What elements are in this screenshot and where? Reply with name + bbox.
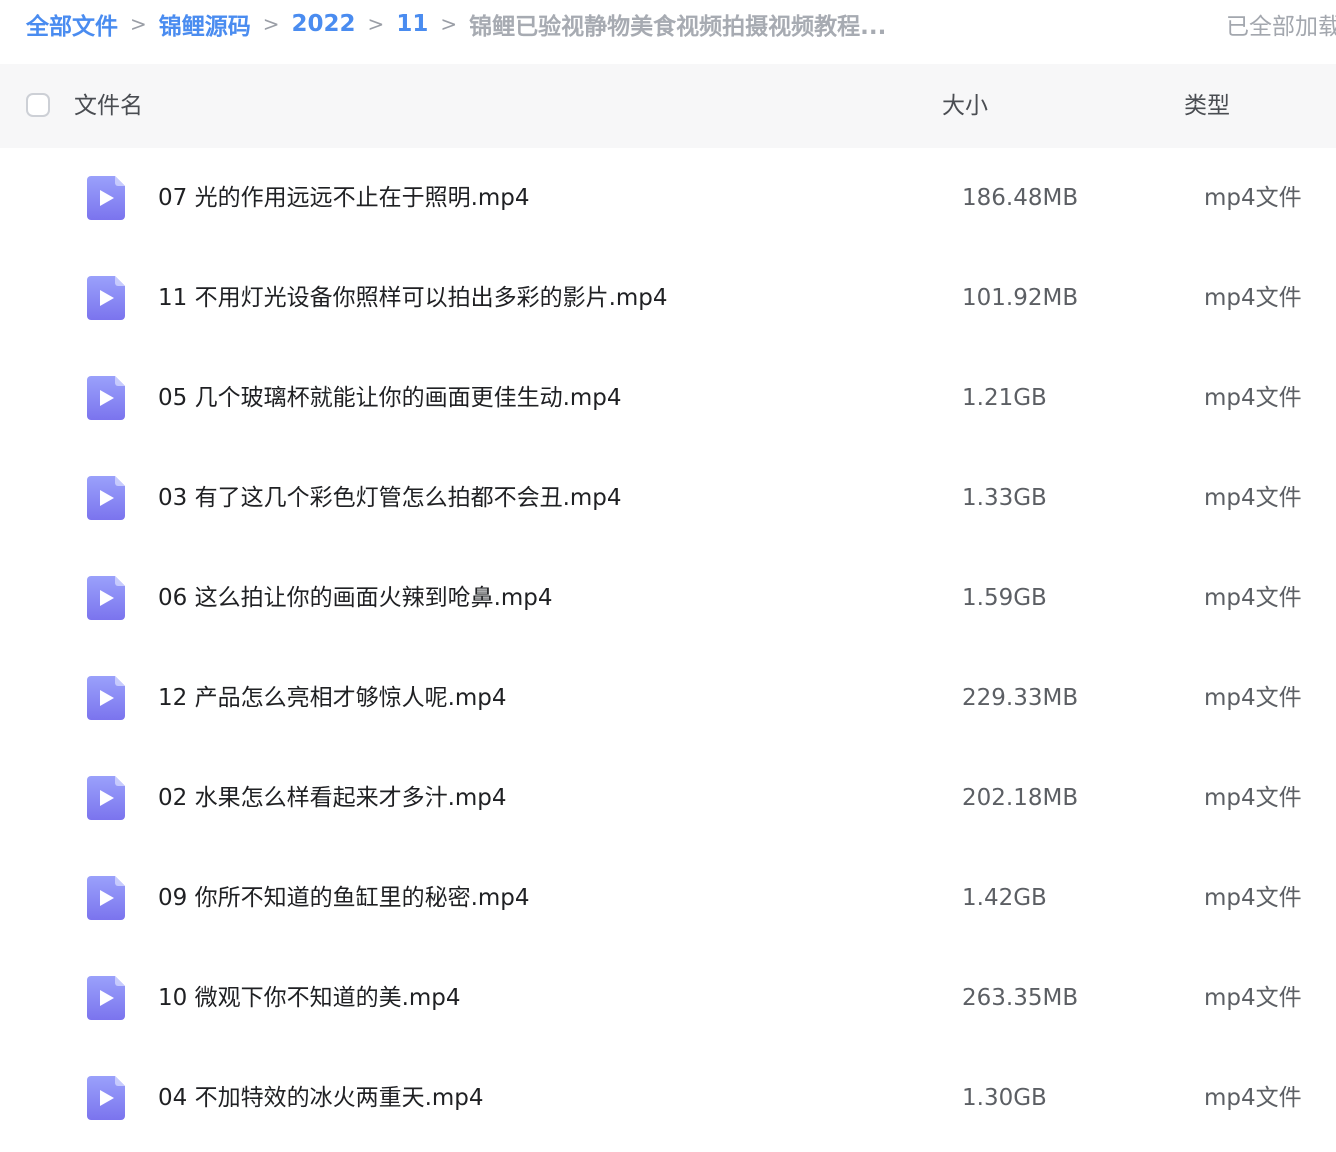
file-type: mp4文件 bbox=[1204, 685, 1302, 711]
file-size: 1.42GB bbox=[962, 885, 1047, 911]
file-name[interactable]: 10 微观下你不知道的美.mp4 bbox=[158, 982, 461, 1014]
file-type: mp4文件 bbox=[1204, 785, 1302, 811]
file-size: 1.33GB bbox=[962, 485, 1047, 511]
file-type: mp4文件 bbox=[1204, 585, 1302, 611]
file-row[interactable]: 06 这么拍让你的画面火辣到呛鼻.mp4 1.59GB mp4文件 bbox=[0, 548, 1336, 648]
file-type: mp4文件 bbox=[1204, 985, 1302, 1011]
video-file-icon bbox=[87, 476, 125, 520]
file-name[interactable]: 11 不用灯光设备你照样可以拍出多彩的影片.mp4 bbox=[158, 282, 668, 314]
video-file-icon bbox=[87, 276, 125, 320]
video-file-icon bbox=[87, 376, 125, 420]
video-file-icon bbox=[87, 176, 125, 220]
file-row[interactable]: 03 有了这几个彩色灯管怎么拍都不会丑.mp4 1.33GB mp4文件 bbox=[0, 448, 1336, 548]
file-type: mp4文件 bbox=[1204, 385, 1302, 411]
breadcrumb-folder-month[interactable]: 11 bbox=[396, 11, 428, 37]
video-file-icon bbox=[87, 776, 125, 820]
file-row[interactable]: 05 几个玻璃杯就能让你的画面更佳生动.mp4 1.21GB mp4文件 bbox=[0, 348, 1336, 448]
file-type: mp4文件 bbox=[1204, 1085, 1302, 1111]
file-size: 1.59GB bbox=[962, 585, 1047, 611]
file-size: 186.48MB bbox=[962, 185, 1079, 211]
breadcrumb-folder-year[interactable]: 2022 bbox=[292, 11, 356, 37]
video-file-icon bbox=[87, 976, 125, 1020]
load-status-text: 已全部加载 bbox=[1226, 14, 1336, 40]
file-type: mp4文件 bbox=[1204, 885, 1302, 911]
file-name[interactable]: 05 几个玻璃杯就能让你的画面更佳生动.mp4 bbox=[158, 382, 622, 414]
file-list: 07 光的作用远远不止在于照明.mp4 186.48MB mp4文件 11 不用… bbox=[0, 148, 1336, 1148]
file-type: mp4文件 bbox=[1204, 185, 1302, 211]
file-row[interactable]: 12 产品怎么亮相才够惊人呢.mp4 229.33MB mp4文件 bbox=[0, 648, 1336, 748]
file-name[interactable]: 04 不加特效的冰火两重天.mp4 bbox=[158, 1082, 484, 1114]
file-size: 263.35MB bbox=[962, 985, 1079, 1011]
file-size: 229.33MB bbox=[962, 685, 1079, 711]
file-row[interactable]: 02 水果怎么样看起来才多汁.mp4 202.18MB mp4文件 bbox=[0, 748, 1336, 848]
select-all-checkbox[interactable] bbox=[26, 93, 50, 117]
file-row[interactable]: 11 不用灯光设备你照样可以拍出多彩的影片.mp4 101.92MB mp4文件 bbox=[0, 248, 1336, 348]
column-header-size[interactable]: 大小 bbox=[942, 90, 988, 122]
column-header-type[interactable]: 类型 bbox=[1184, 90, 1230, 122]
column-header-name[interactable]: 文件名 bbox=[74, 90, 143, 122]
file-row[interactable]: 09 你所不知道的鱼缸里的秘密.mp4 1.42GB mp4文件 bbox=[0, 848, 1336, 948]
file-row[interactable]: 10 微观下你不知道的美.mp4 263.35MB mp4文件 bbox=[0, 948, 1336, 1048]
file-size: 202.18MB bbox=[962, 785, 1079, 811]
breadcrumb-all-files[interactable]: 全部文件 bbox=[26, 7, 118, 41]
breadcrumb-separator: > bbox=[262, 12, 280, 36]
breadcrumb-folder-source[interactable]: 锦鲤源码 bbox=[159, 7, 251, 41]
file-size: 1.30GB bbox=[962, 1085, 1047, 1111]
file-name[interactable]: 09 你所不知道的鱼缸里的秘密.mp4 bbox=[158, 882, 530, 914]
breadcrumb-separator: > bbox=[367, 12, 385, 36]
breadcrumb-separator: > bbox=[130, 12, 147, 36]
breadcrumb-separator: > bbox=[440, 12, 458, 36]
file-table-header: 文件名 大小 类型 bbox=[0, 64, 1336, 148]
file-name[interactable]: 07 光的作用远远不止在于照明.mp4 bbox=[158, 182, 530, 214]
breadcrumb-current-folder: 锦鲤已验视静物美食视频拍摄视频教程... bbox=[469, 14, 887, 40]
file-name[interactable]: 03 有了这几个彩色灯管怎么拍都不会丑.mp4 bbox=[158, 482, 622, 514]
file-type: mp4文件 bbox=[1204, 285, 1302, 311]
file-row[interactable]: 07 光的作用远远不止在于照明.mp4 186.48MB mp4文件 bbox=[0, 148, 1336, 248]
file-size: 1.21GB bbox=[962, 385, 1047, 411]
file-name[interactable]: 06 这么拍让你的画面火辣到呛鼻.mp4 bbox=[158, 582, 553, 614]
video-file-icon bbox=[87, 676, 125, 720]
video-file-icon bbox=[87, 1076, 125, 1120]
file-size: 101.92MB bbox=[962, 285, 1079, 311]
file-name[interactable]: 02 水果怎么样看起来才多汁.mp4 bbox=[158, 782, 507, 814]
video-file-icon bbox=[87, 576, 125, 620]
file-row[interactable]: 04 不加特效的冰火两重天.mp4 1.30GB mp4文件 bbox=[0, 1048, 1336, 1148]
video-file-icon bbox=[87, 876, 125, 920]
breadcrumb: 全部文件 > 锦鲤源码 > 2022 > 11 > 锦鲤已验视静物美食视频拍摄视… bbox=[26, 6, 886, 42]
file-name[interactable]: 12 产品怎么亮相才够惊人呢.mp4 bbox=[158, 682, 507, 714]
file-type: mp4文件 bbox=[1204, 485, 1302, 511]
